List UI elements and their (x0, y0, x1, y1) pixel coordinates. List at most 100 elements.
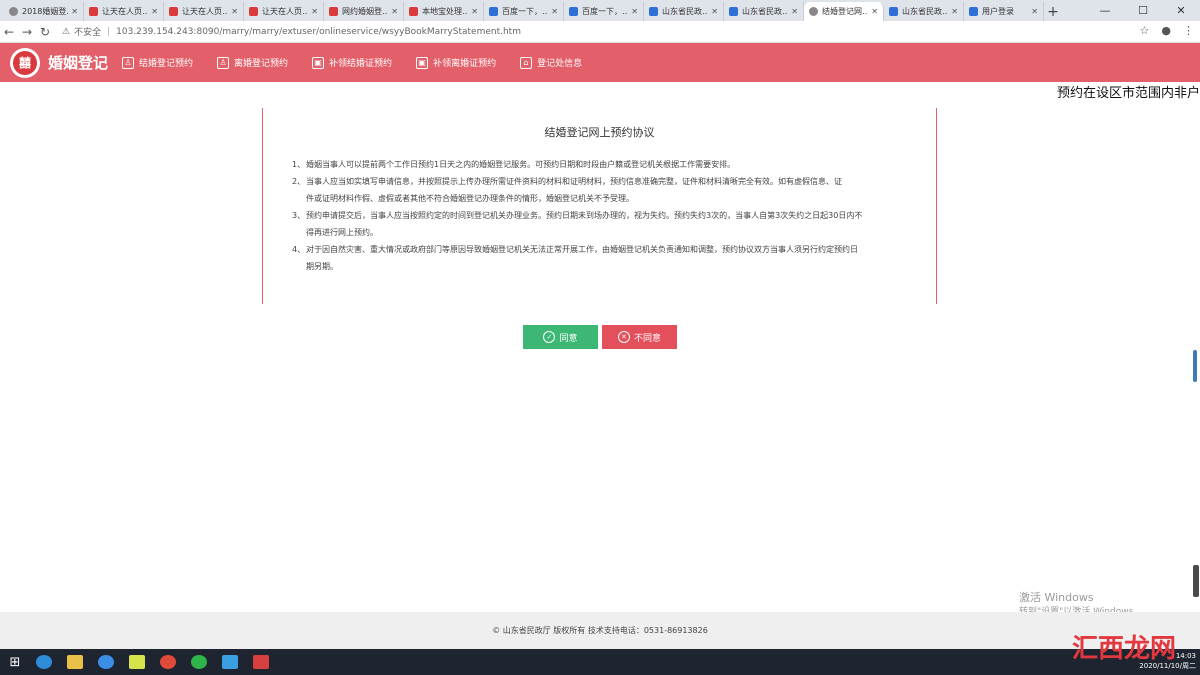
site-header: 囍 婚姻登记 ♙ 结婚登记预约 ♙ 离婚登记预约 ▣ 补领结婚证预约 ▣ 补领离… (0, 43, 1200, 82)
close-tab-icon[interactable]: ✕ (871, 7, 878, 16)
menu-label: 补领离婚证预约 (433, 59, 497, 69)
close-tab-icon[interactable]: ✕ (471, 7, 478, 16)
close-tab-icon[interactable]: ✕ (791, 7, 798, 16)
browser-tab[interactable]: 本地宝处理… ✕ (404, 2, 484, 21)
agreement-item: 3、 预约申请提交后，当事人应当按照约定的时间到登记机关办理业务。预约日期未到场办… (292, 207, 908, 224)
image-app-icon[interactable] (247, 651, 275, 673)
close-tab-icon[interactable]: ✕ (71, 7, 78, 16)
browser-tab[interactable]: 网约婚姻登… ✕ (324, 2, 404, 21)
browser-tab[interactable]: 山东省民政… ✕ (644, 2, 724, 21)
windows-start-icon[interactable]: ⊞ (0, 655, 30, 670)
item-text: 当事人应当如实填写申请信息，并按照提示上传办理所需证件资料的材料和证明材料，预约… (306, 177, 842, 186)
browser-tab[interactable]: 用户登录 ✕ (964, 2, 1044, 21)
item-number: 1、 (292, 160, 306, 169)
activation-line1: 激活 Windows (1019, 591, 1094, 604)
menu-reissue-marriage-cert[interactable]: ▣ 补领结婚证预约 (312, 56, 392, 69)
tab-title: 2018婚姻登… (22, 7, 68, 16)
person-icon: ♙ (217, 56, 230, 69)
browser-tab[interactable]: 百度一下，… ✕ (484, 2, 564, 21)
chrome-icon[interactable] (154, 651, 182, 673)
disagree-label: 不同意 (633, 333, 661, 344)
url-text: 103.239.154.243:8090/marry/marry/extuser… (116, 26, 521, 37)
close-tab-icon[interactable]: ✕ (311, 7, 318, 16)
address-bar: ← → ↻ ⚠ 不安全 | 103.239.154.243:8090/marry… (0, 21, 1200, 43)
gov-icon (729, 7, 738, 16)
store-icon[interactable] (216, 651, 244, 673)
wechat-icon[interactable] (185, 651, 213, 673)
agreement-list: 1、 婚姻当事人可以提前两个工作日预约1日天之内的婚姻登记服务。可预约日期和时段由… (263, 156, 936, 275)
close-window-button[interactable]: ✕ (1162, 0, 1200, 21)
tab-title: 用户登录 (982, 7, 1014, 16)
tab-title: 百度一下，… (502, 7, 549, 16)
scroll-indicator[interactable] (1193, 350, 1197, 382)
item-number (292, 258, 306, 275)
globe-icon (809, 7, 818, 16)
menu-divorce-booking[interactable]: ♙ 离婚登记预约 (217, 56, 288, 69)
url-field[interactable]: ⚠ 不安全 | 103.239.154.243:8090/marry/marry… (62, 25, 521, 39)
app-icon (249, 7, 258, 16)
browser-tab[interactable]: 山东省民政… ✕ (724, 2, 804, 21)
agree-button[interactable]: ✓ 同意 (523, 325, 598, 349)
site-logo[interactable]: 囍 (10, 47, 40, 78)
maximize-button[interactable]: ☐ (1124, 0, 1162, 21)
back-icon[interactable]: ← (0, 25, 18, 39)
browser-tab[interactable]: 让天在人页… ✕ (164, 2, 244, 21)
close-tab-icon[interactable]: ✕ (631, 7, 638, 16)
menu-office-info[interactable]: ⌂ 登记处信息 (520, 56, 582, 69)
item-text: 期另期。 (306, 262, 338, 271)
browser-icon[interactable] (92, 651, 120, 673)
menu-reissue-divorce-cert[interactable]: ▣ 补领离婚证预约 (416, 56, 496, 69)
menu-marriage-booking[interactable]: ♙ 结婚登记预约 (122, 56, 193, 69)
close-tab-icon[interactable]: ✕ (951, 7, 958, 16)
close-tab-icon[interactable]: ✕ (151, 7, 158, 16)
tab-title: 百度一下，… (582, 7, 629, 16)
agreement-item: 得再进行网上预约。 (292, 224, 908, 241)
item-number (292, 224, 306, 241)
browser-tab[interactable]: 山东省民政… ✕ (884, 2, 964, 21)
tab-title: 让天在人页… (102, 7, 149, 16)
item-number: 3、 (292, 211, 306, 220)
scrolling-notice: 预约在设区市范围内非户 (1056, 86, 1200, 101)
ie-icon[interactable] (30, 651, 58, 673)
close-tab-icon[interactable]: ✕ (391, 7, 398, 16)
disagree-button[interactable]: ✕ 不同意 (602, 325, 677, 349)
browser-tab[interactable]: 百度一下，… ✕ (564, 2, 644, 21)
gov-icon (889, 7, 898, 16)
browser-tab[interactable]: 让天在人页… ✕ (244, 2, 324, 21)
forward-icon[interactable]: → (18, 25, 36, 39)
agreement-item: 件或证明材料作假、虚假或者其他不符合婚姻登记办理条件的情形，婚姻登记机关不予受理… (292, 190, 908, 207)
reload-icon[interactable]: ↻ (36, 25, 54, 39)
check-circle-icon: ✓ (543, 331, 556, 343)
notes-app-icon[interactable] (123, 651, 151, 673)
bookmark-star-icon[interactable]: ☆ (1140, 24, 1150, 37)
browser-tab[interactable]: 2018婚姻登…✕ (4, 2, 84, 21)
minimize-button[interactable]: — (1086, 0, 1124, 21)
file-explorer-icon[interactable] (61, 651, 89, 673)
menu-label: 登记处信息 (537, 59, 583, 69)
item-number (292, 190, 306, 207)
gov-icon (649, 7, 658, 16)
window-controls: — ☐ ✕ (1086, 0, 1200, 21)
close-tab-icon[interactable]: ✕ (551, 7, 558, 16)
browser-tab[interactable]: 让天在人页… ✕ (84, 2, 164, 21)
site-brand: 婚姻登记 (48, 54, 109, 72)
page-icon (9, 7, 18, 16)
close-tab-icon[interactable]: ✕ (711, 7, 718, 16)
new-tab-button[interactable]: + (1044, 2, 1062, 21)
tab-title: 山东省民政… (742, 7, 789, 16)
browser-tab[interactable]: 结婚登记网… ✕ (804, 2, 884, 21)
more-menu-icon[interactable]: ⋮ (1183, 24, 1194, 37)
profile-icon[interactable]: ● (1161, 24, 1171, 37)
url-separator: | (107, 26, 111, 37)
certificate-icon: ▣ (312, 56, 325, 69)
agreement-actions: ✓ 同意 ✕ 不同意 (523, 325, 677, 349)
side-scroll-handle[interactable] (1193, 565, 1199, 597)
agreement-item: 1、 婚姻当事人可以提前两个工作日预约1日天之内的婚姻登记服务。可预约日期和时段由… (292, 156, 908, 173)
security-label: 不安全 (74, 28, 102, 38)
close-tab-icon[interactable]: ✕ (231, 7, 238, 16)
item-number: 4、 (292, 245, 306, 254)
item-text: 婚姻当事人可以提前两个工作日预约1日天之内的婚姻登记服务。可预约日期和时段由户籍… (306, 160, 736, 169)
home-icon: ⌂ (520, 56, 533, 69)
footer-text: © 山东省民政厅 版权所有 技术支持电话：0531-86913826 (492, 626, 708, 635)
close-tab-icon[interactable]: ✕ (1031, 7, 1038, 16)
